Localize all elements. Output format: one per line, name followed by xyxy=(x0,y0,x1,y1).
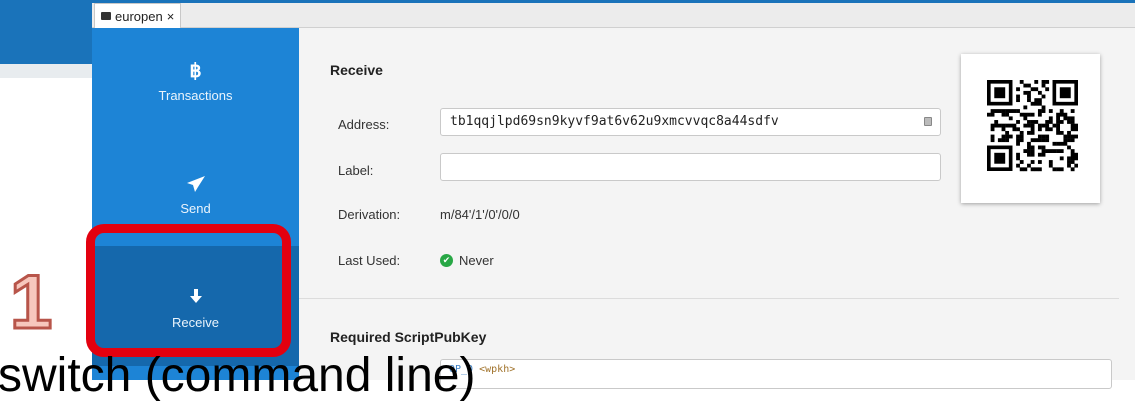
wallet-icon xyxy=(101,12,111,20)
derivation-value: m/84'/1'/0'/0/0 xyxy=(440,207,520,222)
receive-title: Receive xyxy=(330,62,383,78)
arrow-down-icon xyxy=(189,283,203,309)
sidebar-item-label: Send xyxy=(180,201,211,216)
scriptpubkey-field[interactable]: OP_0 <wpkh> xyxy=(440,359,1112,389)
sidebar-item-receive[interactable]: Receive xyxy=(92,246,299,366)
sidebar-item-label: Receive xyxy=(172,314,219,330)
step-number: 1 xyxy=(8,260,53,345)
background-app-strip xyxy=(0,64,92,78)
tab-bar: europen × xyxy=(92,3,1135,28)
tab-europen[interactable]: europen × xyxy=(94,3,182,28)
address-field[interactable]: tb1qqjlpd69sn9kyvf9at6v62u9xmcvvqc8a44sd… xyxy=(440,108,941,136)
last-used-label: Last Used: xyxy=(338,253,401,268)
tab-title: europen xyxy=(115,8,163,24)
close-icon[interactable]: × xyxy=(167,9,175,24)
qr-code xyxy=(961,54,1100,203)
caption-text: switch (command line) xyxy=(0,349,476,402)
address-value: tb1qqjlpd69sn9kyvf9at6v62u9xmcvvqc8a44sd… xyxy=(450,114,779,129)
section-divider xyxy=(299,298,1119,299)
check-circle-icon: ✔ xyxy=(440,254,453,267)
scriptpubkey-title: Required ScriptPubKey xyxy=(330,329,487,345)
bitcoin-icon: ฿ xyxy=(189,60,202,82)
background-app-header xyxy=(0,0,92,64)
last-used-text: Never xyxy=(459,253,494,268)
qr-code-pattern xyxy=(987,80,1078,172)
label-field[interactable] xyxy=(440,153,941,181)
script-argument: <wpkh> xyxy=(479,364,516,375)
last-used-value: ✔ Never xyxy=(440,253,494,268)
receive-panel: Receive Address: tb1qqjlpd69sn9kyvf9at6v… xyxy=(299,28,1135,389)
label-label: Label: xyxy=(338,163,374,178)
copy-icon[interactable] xyxy=(924,117,932,126)
sidebar-item-send[interactable]: Send xyxy=(92,171,299,216)
sidebar: ฿ Transactions Send Receive xyxy=(92,28,299,380)
sidebar-item-transactions[interactable]: ฿ Transactions xyxy=(92,58,299,104)
derivation-label: Derivation: xyxy=(338,207,401,222)
send-plane-icon xyxy=(186,171,206,197)
sidebar-item-label: Transactions xyxy=(158,88,233,103)
address-label: Address: xyxy=(338,117,390,132)
